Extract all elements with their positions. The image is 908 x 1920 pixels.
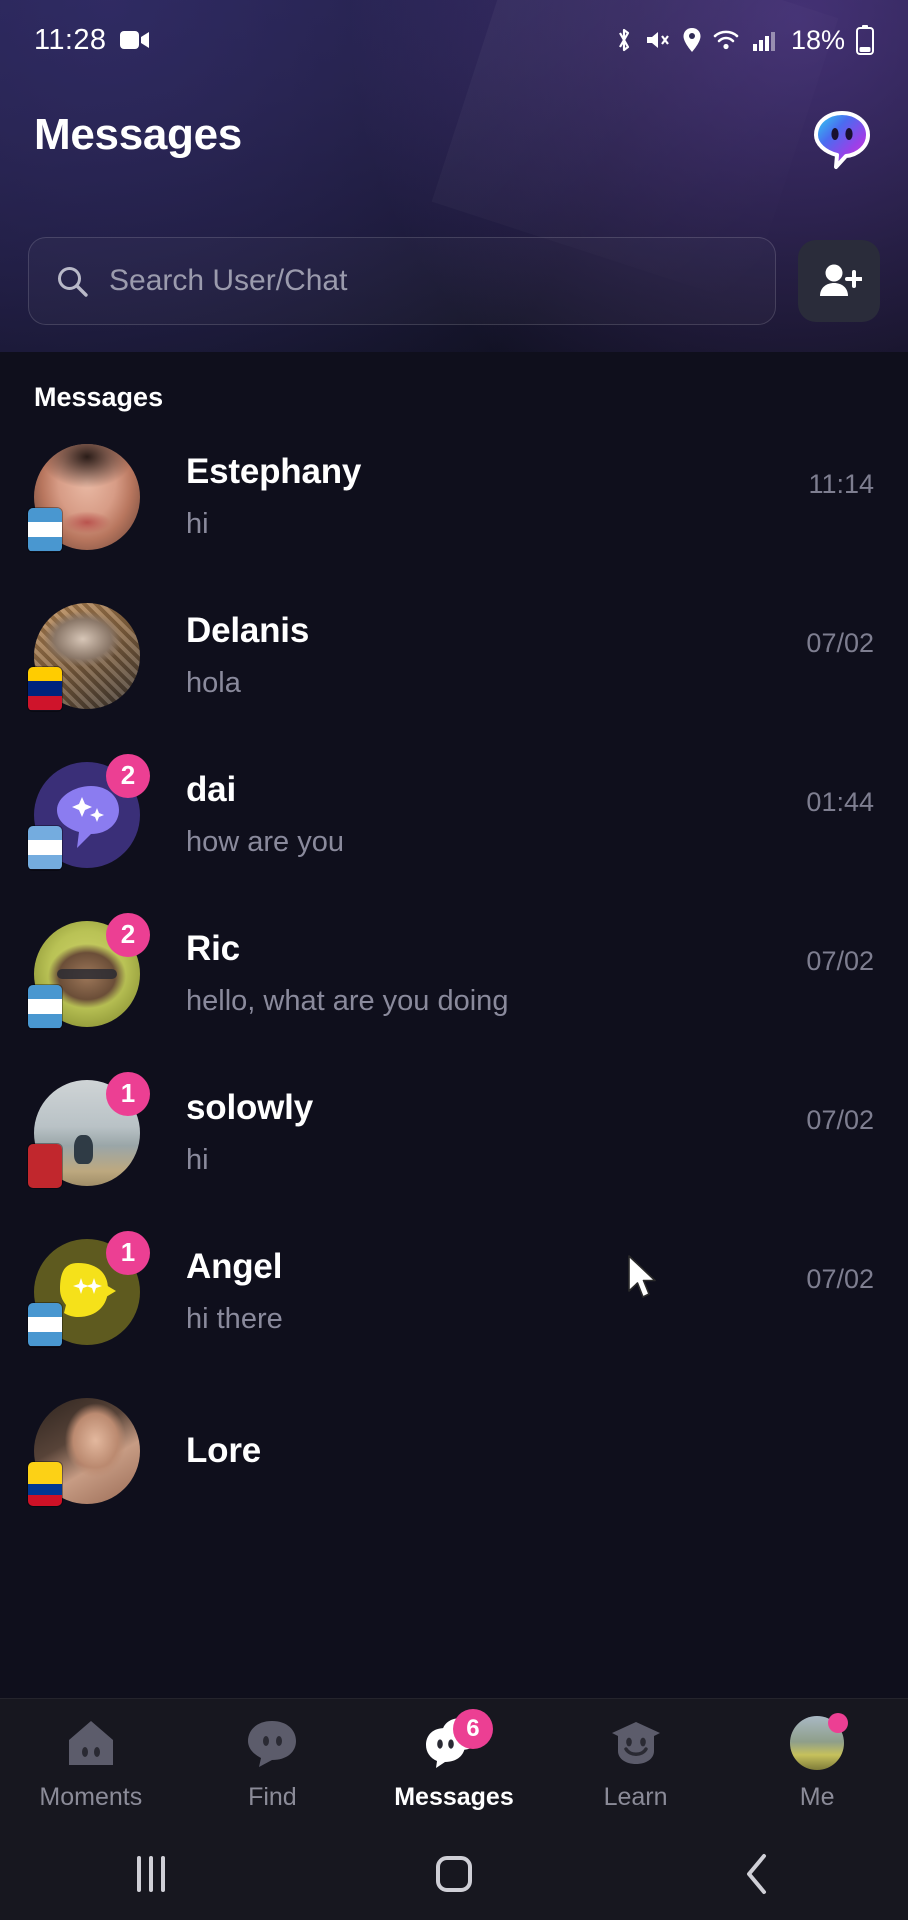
app-logo-icon[interactable] bbox=[806, 105, 878, 177]
nav-label: Find bbox=[248, 1783, 297, 1811]
unread-badge: 1 bbox=[106, 1071, 150, 1116]
nav-item-learn[interactable]: Learn bbox=[545, 1715, 727, 1812]
country-flag-ve bbox=[28, 666, 62, 711]
nav-label: Messages bbox=[394, 1783, 514, 1811]
chat-time: 07/02 bbox=[806, 1105, 874, 1135]
chat-time: 07/02 bbox=[806, 628, 874, 658]
app-header: Messages bbox=[0, 110, 908, 182]
nav-item-moments[interactable]: Moments bbox=[0, 1715, 182, 1812]
chat-preview: hello, what are you doing bbox=[186, 985, 509, 1017]
avatar-wrap: 1 bbox=[28, 1071, 150, 1188]
chat-meta: Lore bbox=[140, 1431, 874, 1471]
chat-list[interactable]: Messages Estephany hi 11:14 Delanis hola… bbox=[0, 352, 908, 1698]
page-title: Messages bbox=[34, 110, 242, 159]
add-user-icon bbox=[816, 260, 863, 302]
graduation-cap-icon bbox=[605, 1715, 667, 1771]
battery-icon bbox=[856, 25, 874, 55]
cellular-signal-icon bbox=[752, 28, 778, 52]
wifi-icon bbox=[713, 28, 741, 52]
chat-row-estephany[interactable]: Estephany hi 11:14 bbox=[0, 417, 908, 576]
chat-name: Angel bbox=[186, 1247, 283, 1286]
home-icon bbox=[60, 1715, 122, 1771]
avatar-wrap: 2 bbox=[28, 753, 150, 870]
notification-dot bbox=[828, 1713, 849, 1733]
nav-item-messages[interactable]: 6 Messages bbox=[363, 1709, 545, 1812]
chat-meta: Estephany hi bbox=[140, 452, 874, 541]
chat-name: Lore bbox=[186, 1430, 262, 1470]
unread-badge: 1 bbox=[106, 1230, 150, 1275]
chat-meta: dai how are you bbox=[140, 770, 874, 859]
bottom-navigation[interactable]: Moments Find 6 Messages Learn Me bbox=[0, 1698, 908, 1828]
avatar-wrap bbox=[28, 1397, 140, 1506]
unread-badge: 2 bbox=[106, 753, 150, 798]
location-icon bbox=[682, 27, 702, 53]
android-system-nav[interactable] bbox=[0, 1828, 908, 1920]
country-flag-ma bbox=[28, 1143, 62, 1188]
header-gradient-area: 11:28 18% Messages Search User/Chat bbox=[0, 0, 908, 352]
messages-bubbles-icon: 6 bbox=[423, 1709, 493, 1771]
profile-avatar-icon bbox=[786, 1713, 849, 1771]
chat-name: Delanis bbox=[186, 611, 310, 650]
chat-name: Estephany bbox=[186, 452, 362, 491]
chat-name: solowly bbox=[186, 1088, 313, 1127]
status-bar-left: 11:28 bbox=[34, 24, 150, 57]
home-button-icon[interactable] bbox=[394, 1844, 514, 1904]
chat-name: dai bbox=[186, 770, 236, 809]
nav-unread-badge: 6 bbox=[452, 1709, 493, 1749]
chat-time: 01:44 bbox=[806, 787, 874, 817]
country-flag-ar bbox=[28, 825, 62, 870]
chat-preview: hi bbox=[186, 1144, 209, 1176]
chat-row-delanis[interactable]: Delanis hola 07/02 bbox=[0, 576, 908, 735]
chat-row-ric[interactable]: 2 Ric hello, what are you doing 07/02 bbox=[0, 894, 908, 1053]
chat-row-dai[interactable]: 2 dai how are you 01:44 bbox=[0, 735, 908, 894]
avatar-wrap bbox=[28, 602, 140, 711]
nav-label: Moments bbox=[39, 1783, 143, 1811]
chat-meta: Delanis hola bbox=[140, 611, 874, 700]
nav-label: Learn bbox=[603, 1783, 668, 1811]
avatar-wrap: 1 bbox=[28, 1230, 150, 1347]
chat-time: 07/02 bbox=[806, 946, 874, 976]
status-bar-right: 18% bbox=[614, 25, 874, 56]
nav-item-find[interactable]: Find bbox=[182, 1715, 364, 1812]
country-flag-gt bbox=[28, 1302, 62, 1347]
search-icon bbox=[55, 264, 89, 298]
chat-time: 11:14 bbox=[808, 469, 874, 499]
chat-meta: Ric hello, what are you doing bbox=[140, 929, 874, 1018]
chat-name: Ric bbox=[186, 929, 240, 968]
search-input[interactable]: Search User/Chat bbox=[28, 237, 776, 325]
chat-preview: hola bbox=[186, 667, 241, 699]
unread-badge: 2 bbox=[106, 912, 150, 957]
status-bar: 11:28 18% bbox=[0, 0, 908, 80]
country-flag-gt bbox=[28, 507, 62, 552]
chat-bubble-icon bbox=[241, 1715, 303, 1771]
recents-icon[interactable] bbox=[91, 1844, 211, 1904]
country-flag-co bbox=[28, 1461, 62, 1506]
chat-meta: solowly hi bbox=[140, 1088, 874, 1177]
nav-item-me[interactable]: Me bbox=[726, 1713, 908, 1812]
chat-row-angel[interactable]: 1 Angel hi there 07/02 bbox=[0, 1212, 908, 1371]
chat-row-solowly[interactable]: 1 solowly hi 07/02 bbox=[0, 1053, 908, 1212]
chat-time: 07/02 bbox=[806, 1264, 874, 1294]
app-screen: 11:28 18% Messages Search User/Chat Mess… bbox=[0, 0, 908, 1920]
country-flag-gt bbox=[28, 984, 62, 1029]
chat-preview: hi there bbox=[186, 1303, 283, 1335]
chat-meta: Angel hi there bbox=[140, 1247, 874, 1336]
chat-preview: how are you bbox=[186, 826, 344, 858]
chat-row-lore[interactable]: Lore bbox=[0, 1371, 908, 1530]
nav-label: Me bbox=[799, 1783, 835, 1811]
chat-preview: hi bbox=[186, 508, 209, 540]
battery-percent: 18% bbox=[790, 24, 845, 55]
status-time: 11:28 bbox=[34, 23, 107, 56]
video-record-icon bbox=[120, 29, 150, 51]
mute-icon bbox=[645, 27, 671, 53]
search-placeholder: Search User/Chat bbox=[109, 264, 348, 297]
avatar-wrap bbox=[28, 443, 140, 552]
back-icon[interactable] bbox=[697, 1844, 817, 1904]
search-row: Search User/Chat bbox=[0, 232, 908, 330]
add-user-button[interactable] bbox=[798, 240, 880, 322]
bluetooth-icon bbox=[614, 26, 634, 54]
avatar-wrap: 2 bbox=[28, 912, 150, 1029]
list-section-label: Messages bbox=[34, 382, 164, 412]
